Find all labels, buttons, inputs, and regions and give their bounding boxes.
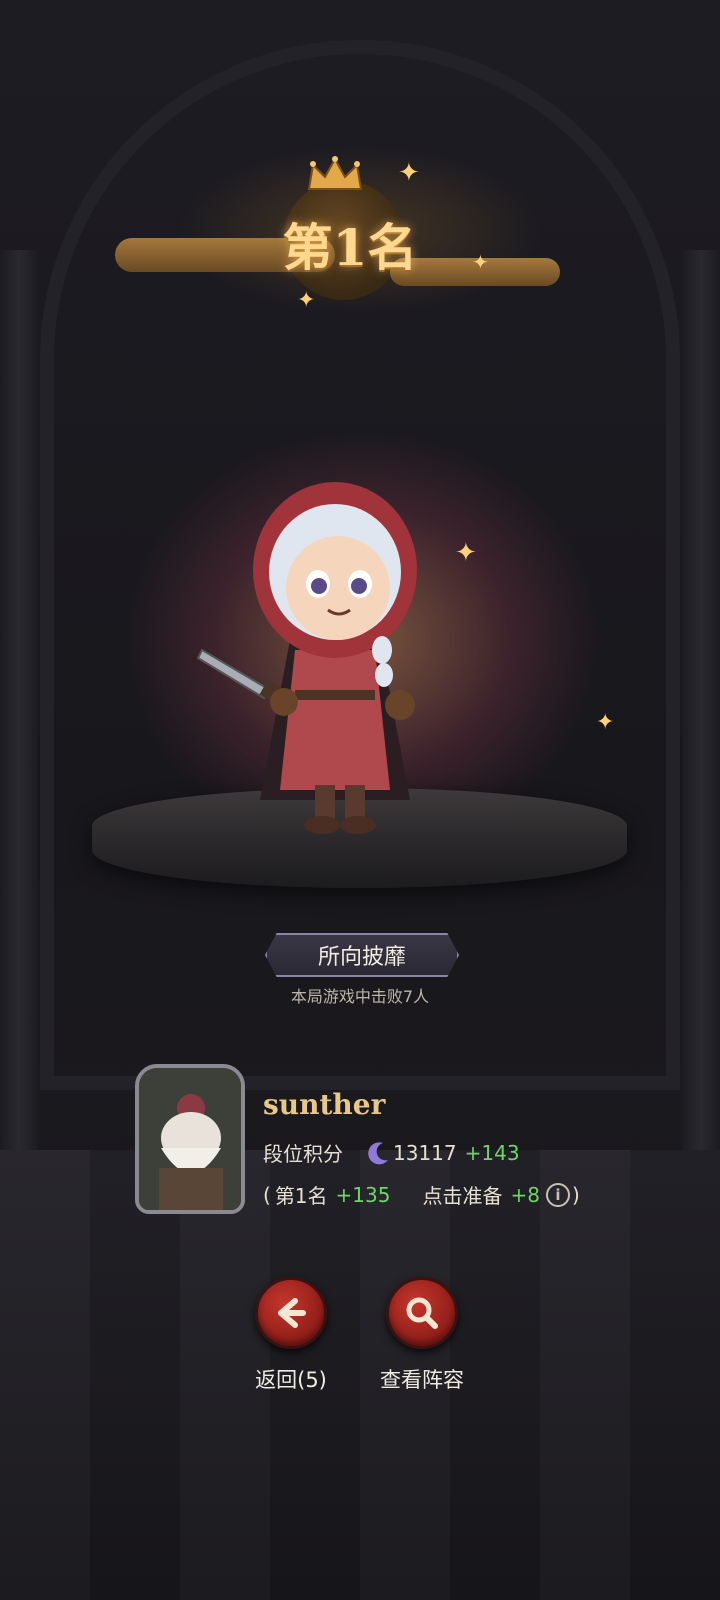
rank-title: 第1名 <box>282 218 418 277</box>
breakdown-open-paren: ( <box>263 1182 271 1207</box>
sparkle-icon: ✦ <box>398 158 420 188</box>
wizard-portrait-image <box>139 1068 241 1210</box>
moon-rating-icon <box>368 1141 388 1164</box>
back-button[interactable] <box>255 1277 327 1349</box>
player-name: sunther <box>263 1088 386 1121</box>
player-avatar[interactable] <box>135 1064 245 1214</box>
sparkle-icon: ✦ <box>297 288 316 313</box>
right-pillar <box>682 250 720 1150</box>
view-lineup-button[interactable] <box>386 1277 458 1349</box>
rank-part-label: 第1名 <box>274 1184 328 1208</box>
hero-character-illustration <box>196 482 417 834</box>
sparkle-icon: ✦ <box>596 710 615 735</box>
crown-icon <box>307 156 363 190</box>
achievement-title-banner: 所向披靡 <box>265 933 459 977</box>
rating-row: 段位积分 13117 +143 <box>263 1138 520 1167</box>
magnifier-icon <box>406 1297 438 1329</box>
ready-part-delta: +8 <box>510 1182 540 1207</box>
view-lineup-button-label[interactable]: 查看阵容 <box>352 1364 492 1394</box>
info-icon[interactable]: i <box>545 1182 570 1207</box>
rating-delta: +143 <box>464 1140 520 1165</box>
achievement-title: 所向披靡 <box>317 945 406 970</box>
rank-part-delta: +135 <box>335 1182 391 1207</box>
rating-value: 13117 <box>393 1140 457 1165</box>
left-pillar <box>0 250 38 1150</box>
ready-part-label: 点击准备 <box>422 1184 503 1208</box>
back-button-label[interactable]: 返回(5) <box>221 1364 361 1394</box>
rating-breakdown-row: ( 第1名 +135 点击准备 +8 i ) <box>263 1180 580 1209</box>
arrow-left-icon <box>278 1298 306 1328</box>
breakdown-close-paren: ) <box>571 1182 580 1207</box>
sparkle-icon: ✦ <box>472 250 489 274</box>
achievement-subtitle: 本局游戏中击败7人 <box>290 987 430 1006</box>
rating-label: 段位积分 <box>263 1142 343 1166</box>
